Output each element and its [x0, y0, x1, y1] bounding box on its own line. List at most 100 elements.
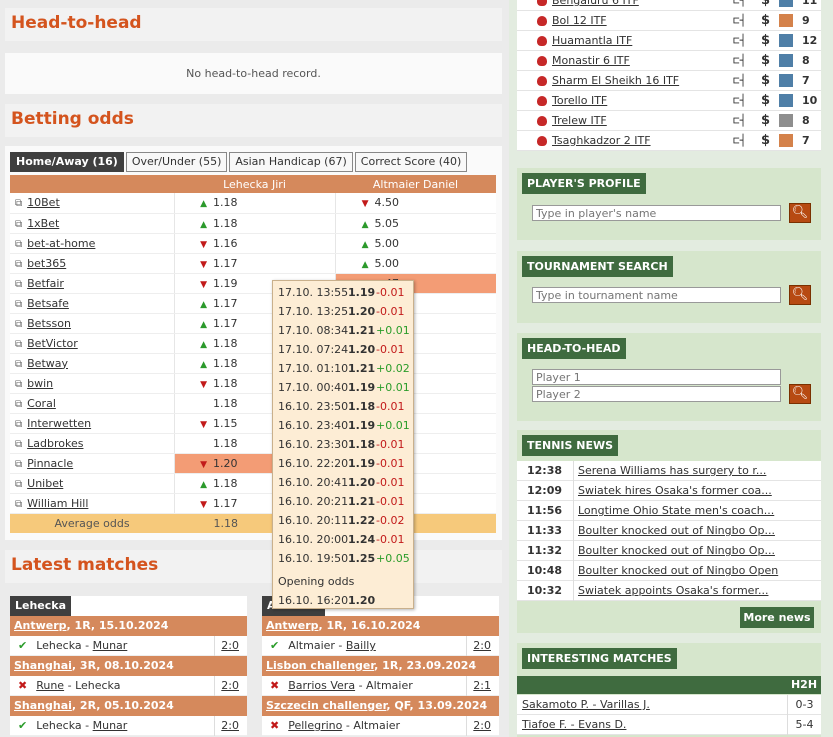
player-search-input[interactable] [532, 205, 781, 221]
bookmaker-link[interactable]: bwin [27, 377, 53, 390]
news-headline-link[interactable]: Serena Williams has surgery to r... [578, 464, 766, 477]
tournament-name-link[interactable]: Trelew ITF [552, 111, 607, 131]
external-link-icon[interactable]: ⧉ [15, 198, 22, 209]
bookmaker-link[interactable]: bet-at-home [27, 237, 95, 250]
player1-name[interactable]: Pellegrino [288, 719, 342, 732]
draw-icon[interactable]: ⊏┤ [733, 91, 746, 111]
external-link-icon[interactable]: ⧉ [15, 279, 22, 290]
player1-odd[interactable]: ▼ 1.16 [173, 233, 335, 254]
news-headline-link[interactable]: Boulter knocked out of Ningbo Op... [578, 544, 775, 557]
draw-icon[interactable]: ⊏┤ [733, 31, 746, 51]
dollar-icon[interactable]: $ [761, 0, 770, 11]
bookmaker-link[interactable]: Ladbrokes [27, 437, 83, 450]
player2-name[interactable]: Munar [93, 719, 128, 732]
player1-name[interactable]: Rune [36, 679, 64, 692]
player-search-button[interactable]: 🔍︎ [789, 203, 811, 223]
dollar-icon[interactable]: $ [761, 131, 770, 151]
news-headline-link[interactable]: Swiatek hires Osaka's former coa... [578, 484, 772, 497]
odds-tab[interactable]: Home/Away (16) [10, 152, 124, 172]
external-link-icon[interactable]: ⧉ [15, 459, 22, 470]
player2-odd[interactable]: ▲ 5.05 [334, 213, 496, 234]
tournament-name-link[interactable]: Bengaluru 6 ITF [552, 0, 639, 11]
bookmaker-link[interactable]: Betfair [27, 277, 64, 290]
tournament-name-link[interactable]: Huamantla ITF [552, 31, 632, 51]
tournament-name-link[interactable]: Torello ITF [552, 91, 607, 111]
dollar-icon[interactable]: $ [761, 31, 770, 51]
dollar-icon[interactable]: $ [761, 11, 770, 31]
player1-name[interactable]: Barrios Vera [288, 679, 355, 692]
tournament-search-input[interactable] [532, 287, 781, 303]
player1-odd[interactable]: ▲ 1.18 [173, 193, 335, 214]
bookmaker-link[interactable]: Pinnacle [27, 457, 73, 470]
score-link[interactable]: 2:0 [473, 639, 491, 652]
tournament-link[interactable]: Antwerp [14, 619, 67, 632]
tournament-name-link[interactable]: Bol 12 ITF [552, 11, 607, 31]
player2-odd[interactable]: ▲ 5.00 [334, 233, 496, 254]
player1-odd[interactable]: ▼ 1.17 [173, 253, 335, 274]
draw-icon[interactable]: ⊏┤ [733, 0, 746, 11]
draw-icon[interactable]: ⊏┤ [733, 111, 746, 131]
score-link[interactable]: 2:0 [221, 719, 239, 732]
player2-input[interactable] [532, 386, 781, 402]
tournament-link[interactable]: Shanghai [14, 659, 72, 672]
tournament-name-link[interactable]: Sharm El Sheikh 16 ITF [552, 71, 679, 91]
bookmaker-link[interactable]: Betway [27, 357, 68, 370]
bookmaker-link[interactable]: bet365 [27, 257, 66, 270]
bookmaker-link[interactable]: Coral [27, 397, 56, 410]
news-headline-link[interactable]: Boulter knocked out of Ningbo Open [578, 564, 778, 577]
draw-icon[interactable]: ⊏┤ [733, 11, 746, 31]
h2h-search-button[interactable]: 🔍︎ [789, 384, 811, 404]
player2-name[interactable]: Bailly [346, 639, 376, 652]
news-headline-link[interactable]: Swiatek appoints Osaka's former... [578, 584, 768, 597]
external-link-icon[interactable]: ⧉ [15, 439, 22, 450]
tournament-link[interactable]: Lisbon challenger [266, 659, 374, 672]
bookmaker-link[interactable]: Betsson [27, 317, 71, 330]
external-link-icon[interactable]: ⧉ [15, 259, 22, 270]
score-link[interactable]: 2:0 [473, 719, 491, 732]
external-link-icon[interactable]: ⧉ [15, 319, 22, 330]
external-link-icon[interactable]: ⧉ [15, 299, 22, 310]
bookmaker-link[interactable]: 10Bet [27, 196, 60, 209]
tournament-link[interactable]: Szczecin challenger [266, 699, 386, 712]
player2-name[interactable]: Munar [93, 639, 128, 652]
score-link[interactable]: 2:1 [473, 679, 491, 692]
bookmaker-link[interactable]: Unibet [27, 477, 63, 490]
external-link-icon[interactable]: ⧉ [15, 379, 22, 390]
more-news-button[interactable]: More news [740, 607, 814, 628]
interesting-match-link[interactable]: Sakamoto P. - Varillas J. [522, 695, 650, 715]
player1-input[interactable] [532, 369, 781, 385]
external-link-icon[interactable]: ⧉ [15, 479, 22, 490]
score-link[interactable]: 2:0 [221, 639, 239, 652]
bookmaker-link[interactable]: BetVictor [27, 337, 78, 350]
tournament-name-link[interactable]: Monastir 6 ITF [552, 51, 630, 71]
bookmaker-link[interactable]: Betsafe [27, 297, 69, 310]
bookmaker-link[interactable]: Interwetten [27, 417, 91, 430]
tournament-link[interactable]: Shanghai [14, 699, 72, 712]
external-link-icon[interactable]: ⧉ [15, 399, 22, 410]
dollar-icon[interactable]: $ [761, 51, 770, 71]
tournament-link[interactable]: Antwerp [266, 619, 319, 632]
dollar-icon[interactable]: $ [761, 71, 770, 91]
external-link-icon[interactable]: ⧉ [15, 219, 22, 230]
tournament-search-button[interactable]: 🔍︎ [789, 285, 811, 305]
score-link[interactable]: 2:0 [221, 679, 239, 692]
news-headline-link[interactable]: Boulter knocked out of Ningbo Op... [578, 524, 775, 537]
odds-tab[interactable]: Asian Handicap (67) [229, 152, 353, 172]
odds-tab[interactable]: Correct Score (40) [354, 152, 468, 172]
bookmaker-link[interactable]: William Hill [27, 497, 88, 510]
external-link-icon[interactable]: ⧉ [15, 499, 22, 510]
tournament-name-link[interactable]: Tsaghkadzor 2 ITF [552, 131, 651, 151]
draw-icon[interactable]: ⊏┤ [733, 131, 746, 151]
external-link-icon[interactable]: ⧉ [15, 339, 22, 350]
external-link-icon[interactable]: ⧉ [15, 239, 22, 250]
external-link-icon[interactable]: ⧉ [15, 419, 22, 430]
odds-tab[interactable]: Over/Under (55) [125, 152, 228, 172]
news-headline-link[interactable]: Longtime Ohio State men's coach... [578, 504, 774, 517]
draw-icon[interactable]: ⊏┤ [733, 51, 746, 71]
player1-odd[interactable]: ▲ 1.18 [173, 213, 335, 234]
player2-odd[interactable]: ▲ 5.00 [334, 253, 496, 274]
external-link-icon[interactable]: ⧉ [15, 359, 22, 370]
interesting-match-link[interactable]: Tiafoe F. - Evans D. [522, 715, 626, 735]
dollar-icon[interactable]: $ [761, 111, 770, 131]
draw-icon[interactable]: ⊏┤ [733, 71, 746, 91]
